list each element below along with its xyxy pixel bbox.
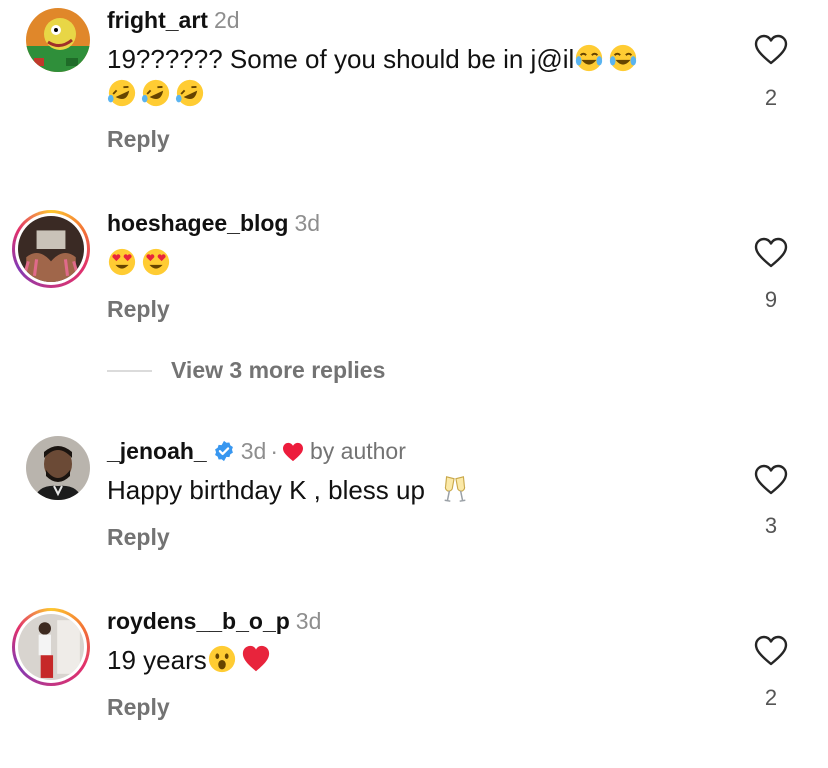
comment-emoji-line (107, 78, 209, 110)
author-liked-heart-icon (282, 442, 303, 462)
avatar-image (26, 8, 90, 72)
verified-badge-icon (214, 440, 233, 462)
like-count: 2 (764, 85, 778, 110)
username[interactable]: hoeshagee_blog (107, 210, 288, 236)
timestamp: 2d (213, 7, 240, 33)
reply-button[interactable]: Reply (107, 694, 170, 721)
comment-text-content: 19 years (107, 645, 207, 675)
separator-dot: · (270, 438, 278, 464)
clinking-glasses-icon (444, 476, 466, 502)
username[interactable]: fright_art (107, 7, 208, 33)
avatar[interactable] (26, 8, 90, 72)
by-author-label: by author (309, 438, 406, 464)
avatar-image (18, 614, 84, 680)
like-count: 9 (764, 287, 778, 312)
like-heart-icon[interactable] (754, 635, 788, 667)
avatar-image (18, 216, 84, 282)
reply-button[interactable]: Reply (107, 126, 170, 153)
avatar[interactable] (12, 210, 90, 288)
like-heart-icon[interactable] (754, 237, 788, 269)
view-more-replies-label: View 3 more replies (171, 357, 386, 383)
reply-button[interactable]: Reply (107, 524, 170, 551)
avatar[interactable] (26, 436, 90, 500)
username[interactable]: roydens__b_o_p (107, 608, 290, 634)
comment-header: _jenoah_ 3d · by author (107, 437, 406, 465)
rolling-on-floor-laughing-icon (141, 79, 170, 107)
avatar[interactable] (12, 608, 90, 686)
timestamp: 3d (294, 210, 321, 236)
reply-button[interactable]: Reply (107, 296, 170, 323)
like-count: 3 (764, 513, 778, 538)
username[interactable]: _jenoah_ (107, 438, 207, 464)
avatar-image (26, 436, 90, 500)
comment-header: fright_art 2d (107, 6, 240, 34)
rolling-on-floor-laughing-icon (107, 79, 136, 107)
rolling-on-floor-laughing-icon (175, 79, 204, 107)
red-heart-icon (242, 645, 269, 672)
comment-header: hoeshagee_blog 3d (107, 209, 320, 237)
comment-text (107, 247, 175, 279)
smiling-face-with-heart-eyes-icon (142, 248, 170, 276)
comment-text: 19 years (107, 644, 275, 676)
comment-text-content: Happy birthday K , bless up (107, 475, 425, 505)
comment-text-content: 19?????? Some of you should be in j@il (107, 44, 575, 74)
like-heart-icon[interactable] (754, 464, 788, 496)
timestamp: 3d (295, 608, 322, 634)
face-with-open-mouth-icon (208, 645, 235, 673)
divider (107, 370, 152, 372)
comment-text: 19?????? Some of you should be in j@il (107, 43, 642, 75)
smiling-face-with-heart-eyes-icon (108, 248, 136, 276)
comment-header: roydens__b_o_p 3d (107, 607, 321, 635)
comment-text: Happy birthday K , bless up (107, 474, 474, 506)
timestamp: 3d (240, 438, 267, 464)
face-with-tears-of-joy-icon (610, 44, 637, 72)
like-heart-icon[interactable] (754, 34, 788, 66)
like-count: 2 (764, 685, 778, 710)
face-with-tears-of-joy-icon (576, 44, 603, 72)
